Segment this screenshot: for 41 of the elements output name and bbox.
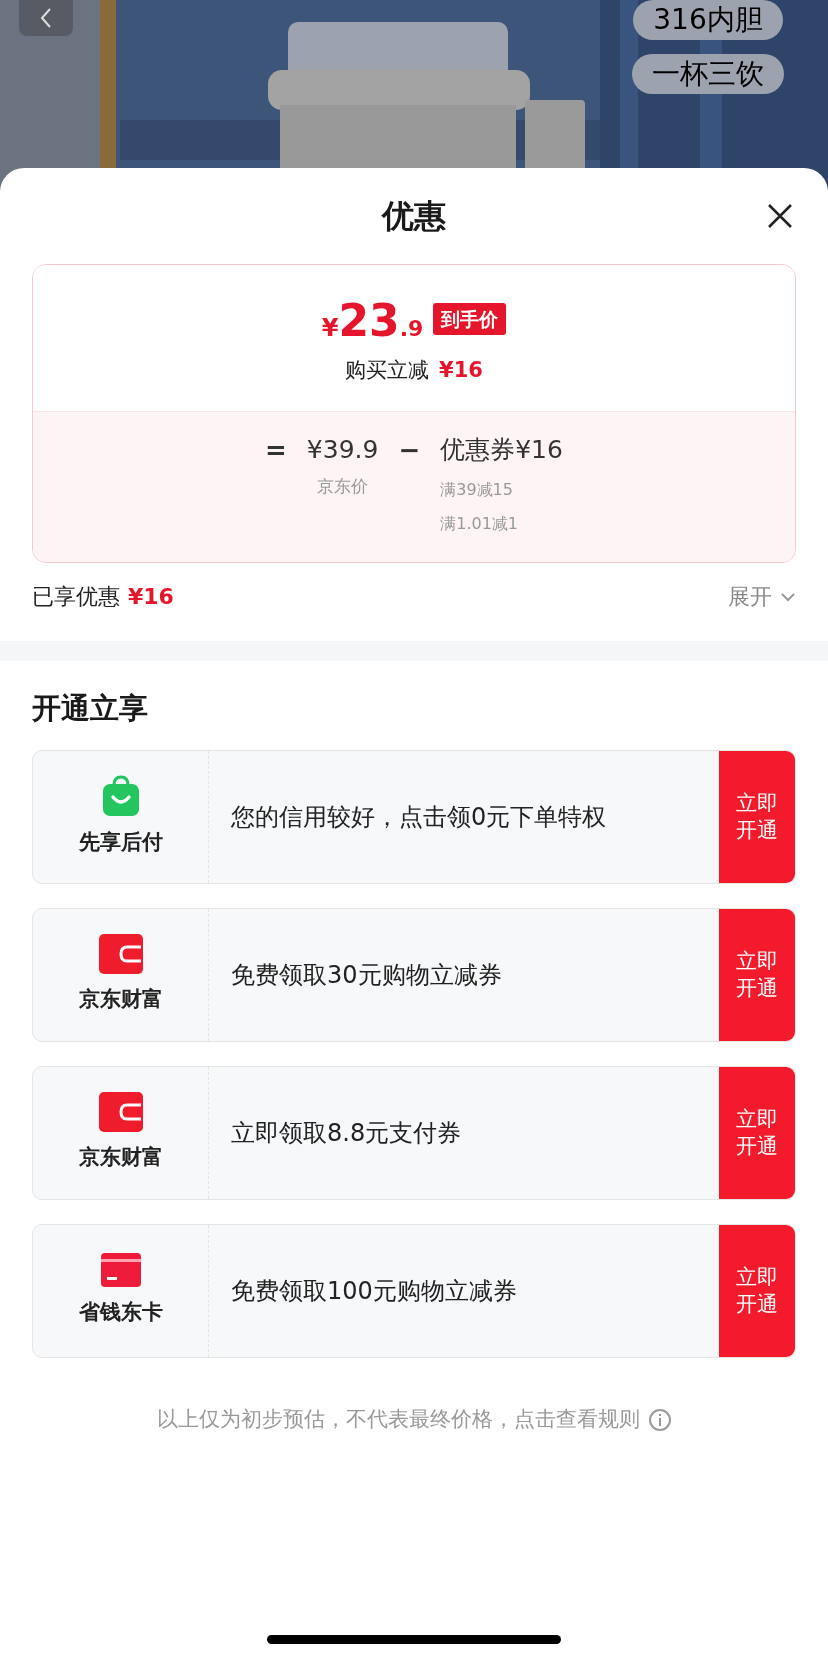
enjoyed-label: 已享优惠 xyxy=(32,583,120,611)
coupon-rule: 满1.01减1 xyxy=(440,512,520,535)
activate-button[interactable]: 立即开通 xyxy=(719,909,795,1041)
expand-button[interactable]: 展开 xyxy=(728,580,796,613)
info-icon xyxy=(647,1407,672,1432)
close-button[interactable] xyxy=(766,202,794,230)
base-price-label: 京东价 xyxy=(317,474,369,498)
final-price: ¥23.9 xyxy=(321,299,424,343)
coupon-rule: 满39减15 xyxy=(440,478,514,501)
offer-provider: 京东财富 xyxy=(78,1144,163,1172)
activate-button[interactable]: 立即开通 xyxy=(719,751,795,883)
activate-button[interactable]: 立即开通 xyxy=(719,1067,795,1199)
wallet-icon xyxy=(98,1092,143,1133)
section-title: 开通立享 xyxy=(32,689,149,727)
offer-text: 立即领取8.8元支付券 xyxy=(231,1118,462,1149)
price-badge: 到手价 xyxy=(433,302,507,335)
back-icon xyxy=(39,7,53,29)
feature-tag: 一杯三饮 xyxy=(632,54,784,94)
offer-text: 您的信用较好，点击领0元下单特权 xyxy=(231,802,607,833)
enjoyed-value: ¥16 xyxy=(128,583,174,611)
saving-label: 购买立减 xyxy=(345,357,430,384)
equals-sign: = xyxy=(265,433,287,467)
minus-sign: − xyxy=(398,433,421,467)
close-icon xyxy=(766,202,794,230)
coupon-amount: 优惠券¥16 xyxy=(440,433,563,466)
offer-provider: 京东财富 xyxy=(78,986,163,1014)
card-icon xyxy=(100,1253,141,1288)
chevron-down-icon xyxy=(780,591,796,602)
sheet-title: 优惠 xyxy=(382,196,446,237)
wallet-icon xyxy=(98,934,143,975)
shopping-bag-icon xyxy=(100,775,141,818)
offer-provider: 先享后付 xyxy=(78,829,163,857)
saving-value: ¥16 xyxy=(439,357,483,384)
activate-button[interactable]: 立即开通 xyxy=(719,1225,795,1357)
offer-text: 免费领取30元购物立减券 xyxy=(231,960,502,991)
disclaimer-text: 以上仅为初步预估，不代表最终价格，点击查看规则 xyxy=(156,1406,640,1433)
back-button[interactable] xyxy=(19,0,73,36)
base-price: ¥39.9 xyxy=(306,433,379,466)
offer-provider: 省钱东卡 xyxy=(78,1299,163,1327)
offer-text: 免费领取100元购物立减券 xyxy=(231,1276,517,1307)
feature-tag: 316内胆 xyxy=(633,0,783,40)
